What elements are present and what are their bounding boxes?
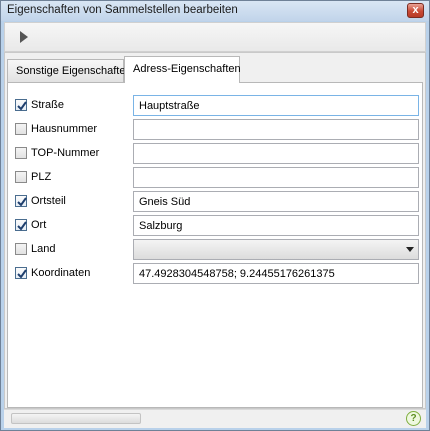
ort-field[interactable] (133, 215, 419, 236)
dialog-window: Eigenschaften von Sammelstellen bearbeit… (0, 0, 430, 431)
label-top-nummer: TOP-Nummer (31, 147, 100, 159)
checkbox-koordinaten[interactable] (15, 267, 27, 279)
toolbar (4, 22, 426, 52)
label-ort: Ort (31, 219, 47, 231)
checkbox-top-nummer[interactable] (15, 147, 27, 159)
plz-field[interactable] (133, 167, 419, 188)
land-select[interactable] (133, 239, 419, 260)
label-plz: PLZ (31, 171, 52, 183)
checkbox-plz[interactable] (15, 171, 27, 183)
address-panel: Straße Hausnummer TOP-Nummer PLZ (7, 82, 423, 408)
hausnummer-field[interactable] (133, 119, 419, 140)
checkbox-hausnummer[interactable] (15, 123, 27, 135)
label-ortsteil: Ortsteil (31, 195, 66, 207)
help-icon[interactable]: ? (406, 411, 421, 426)
tab-adress-eigenschaften[interactable]: Adress-Eigenschaften (124, 56, 241, 83)
row-plz: PLZ (8, 167, 424, 188)
checkbox-strasse[interactable] (15, 99, 27, 111)
status-bar: ? (4, 409, 426, 428)
checkbox-land[interactable] (15, 243, 27, 255)
strasse-field[interactable] (133, 95, 419, 116)
close-button[interactable]: x (407, 3, 424, 18)
progress-bar (11, 413, 141, 424)
top-nummer-field[interactable] (133, 143, 419, 164)
row-strasse: Straße (8, 95, 424, 116)
koordinaten-field[interactable] (133, 263, 419, 284)
label-hausnummer: Hausnummer (31, 123, 98, 135)
row-land: Land (8, 239, 424, 260)
ortsteil-field[interactable] (133, 191, 419, 212)
checkbox-ort[interactable] (15, 219, 27, 231)
chevron-down-icon (406, 247, 414, 252)
label-koordinaten: Koordinaten (31, 267, 91, 279)
tab-sonstige-eigenschaften[interactable]: Sonstige Eigenschaften (7, 59, 132, 82)
row-ortsteil: Ortsteil (8, 191, 424, 212)
window-title: Eigenschaften von Sammelstellen bearbeit… (7, 4, 238, 16)
title-bar[interactable]: Eigenschaften von Sammelstellen bearbeit… (1, 1, 429, 21)
row-koordinaten: Koordinaten (8, 263, 424, 284)
content-area: Sonstige Eigenschaften Adress-Eigenschaf… (4, 52, 426, 409)
label-land: Land (31, 243, 56, 255)
checkbox-ortsteil[interactable] (15, 195, 27, 207)
row-ort: Ort (8, 215, 424, 236)
label-strasse: Straße (31, 99, 65, 111)
row-top-nummer: TOP-Nummer (8, 143, 424, 164)
play-icon[interactable] (19, 30, 29, 44)
row-hausnummer: Hausnummer (8, 119, 424, 140)
